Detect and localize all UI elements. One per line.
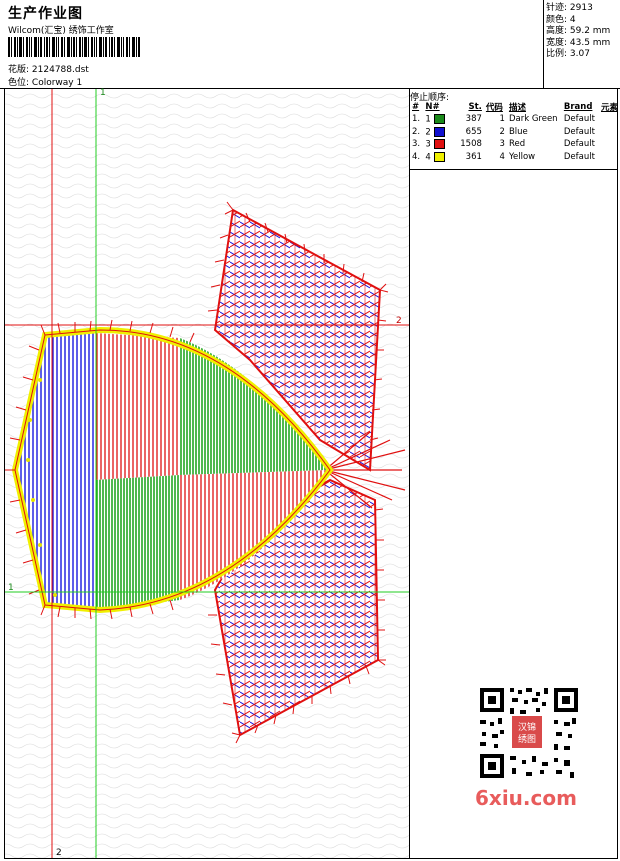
- table-row: 2. 2 655 2 Blue Default: [410, 126, 620, 139]
- brand-cell: Default: [563, 139, 595, 150]
- table-row: 3. 3 1508 3 Red Default: [410, 138, 620, 151]
- table-row: 1. 1 387 1 Dark Green Default: [410, 113, 620, 126]
- color-swatch-box: [433, 126, 445, 137]
- element-cell: [599, 138, 620, 151]
- color-swatch: 2: [423, 126, 452, 139]
- code-cell: 3: [499, 139, 505, 150]
- design-file: 花版: 2124788.dst: [8, 65, 89, 75]
- col-needle: N#: [425, 102, 440, 112]
- guide-label-h1: 1: [8, 583, 14, 593]
- brand-cell: Default: [563, 114, 595, 125]
- barcode: [8, 37, 140, 57]
- description-cell: Blue: [508, 126, 528, 137]
- stitch-count-cell: 1508: [460, 139, 482, 150]
- color-count: 颜色: 4: [546, 14, 576, 25]
- brand-cell: Default: [563, 126, 595, 137]
- row-index: 4.: [412, 151, 421, 162]
- sheet-title: 生产作业图: [8, 6, 83, 22]
- row-index: 3.: [412, 139, 421, 150]
- col-description: 描述: [508, 103, 526, 113]
- color-swatch-box: [433, 139, 445, 149]
- color-swatch-box: [433, 114, 445, 124]
- description-cell: Dark Green: [508, 114, 558, 125]
- software-name: Wilcom(汇宝) 绣饰工作室: [8, 26, 114, 36]
- design-scale: 比例: 3.07: [546, 49, 590, 59]
- stitch-count-cell: 361: [465, 151, 482, 162]
- col-code: 代码: [485, 103, 503, 113]
- stitch-count-cell: 655: [465, 126, 482, 137]
- design-stats: 针迹: 2913 颜色: 4 高度: 59.2 mm 宽度: 43.5 mm 比…: [546, 3, 618, 61]
- element-cell: [599, 113, 620, 126]
- design-width: 宽度: 43.5 mm: [546, 37, 611, 48]
- panel-rule: [409, 169, 618, 170]
- qr-stamp-bottom: 绣图: [518, 733, 536, 745]
- needle-number: 4: [425, 152, 431, 162]
- needle-number: 1: [425, 114, 431, 125]
- qr-stamp-top: 汉锦: [518, 721, 536, 733]
- element-cell: [599, 151, 620, 164]
- col-brand: Brand: [563, 102, 593, 112]
- description-cell: Yellow: [508, 151, 536, 162]
- qr-code: 汉锦 绣图: [470, 680, 580, 785]
- needle-number: 3: [425, 139, 431, 150]
- embroidery-preview: [5, 89, 409, 858]
- code-cell: 1: [499, 114, 505, 125]
- color-swatch-box: [433, 151, 445, 162]
- description-cell: Red: [508, 139, 526, 150]
- color-swatch: 3: [423, 138, 452, 151]
- stop-rows: 1. 1 387 1 Dark Green Default 2. 2 655 2 Blue Def…: [410, 113, 620, 163]
- code-cell: 2: [499, 126, 505, 137]
- element-cell: [599, 126, 620, 139]
- design-height: 高度: 59.2 mm: [546, 26, 611, 36]
- col-stitches: St.: [468, 102, 482, 112]
- col-index: #: [412, 102, 420, 112]
- stop-sequence-table: # N# St. 代码 描述 Brand 元素 1. 1 387 1 Dark Gre…: [410, 101, 620, 163]
- guide-label-v1: 1: [100, 88, 106, 98]
- row-index: 1.: [412, 114, 421, 125]
- guide-label-v2: 2: [56, 848, 62, 858]
- stitch-count: 针迹: 2913: [546, 3, 593, 13]
- row-index: 2.: [412, 126, 421, 137]
- color-swatch: 1: [423, 113, 452, 126]
- colorway: 色位: Colorway 1: [8, 78, 83, 88]
- stitch-count-cell: 387: [465, 114, 482, 125]
- color-swatch: 4: [423, 151, 452, 164]
- production-sheet: 生产作业图 Wilcom(汇宝) 绣饰工作室 花版: 2124788.dst 色…: [0, 0, 620, 861]
- guide-label-h2: 2: [396, 316, 402, 326]
- watermark-logo: 6xiu.com: [475, 786, 577, 810]
- header-divider: [543, 0, 544, 88]
- col-element: 元素: [600, 103, 618, 113]
- table-header-row: # N# St. 代码 描述 Brand 元素: [410, 101, 620, 113]
- table-row: 4. 4 361 4 Yellow Default: [410, 151, 620, 164]
- code-cell: 4: [499, 151, 505, 162]
- needle-number: 2: [425, 127, 431, 137]
- brand-cell: Default: [563, 151, 595, 162]
